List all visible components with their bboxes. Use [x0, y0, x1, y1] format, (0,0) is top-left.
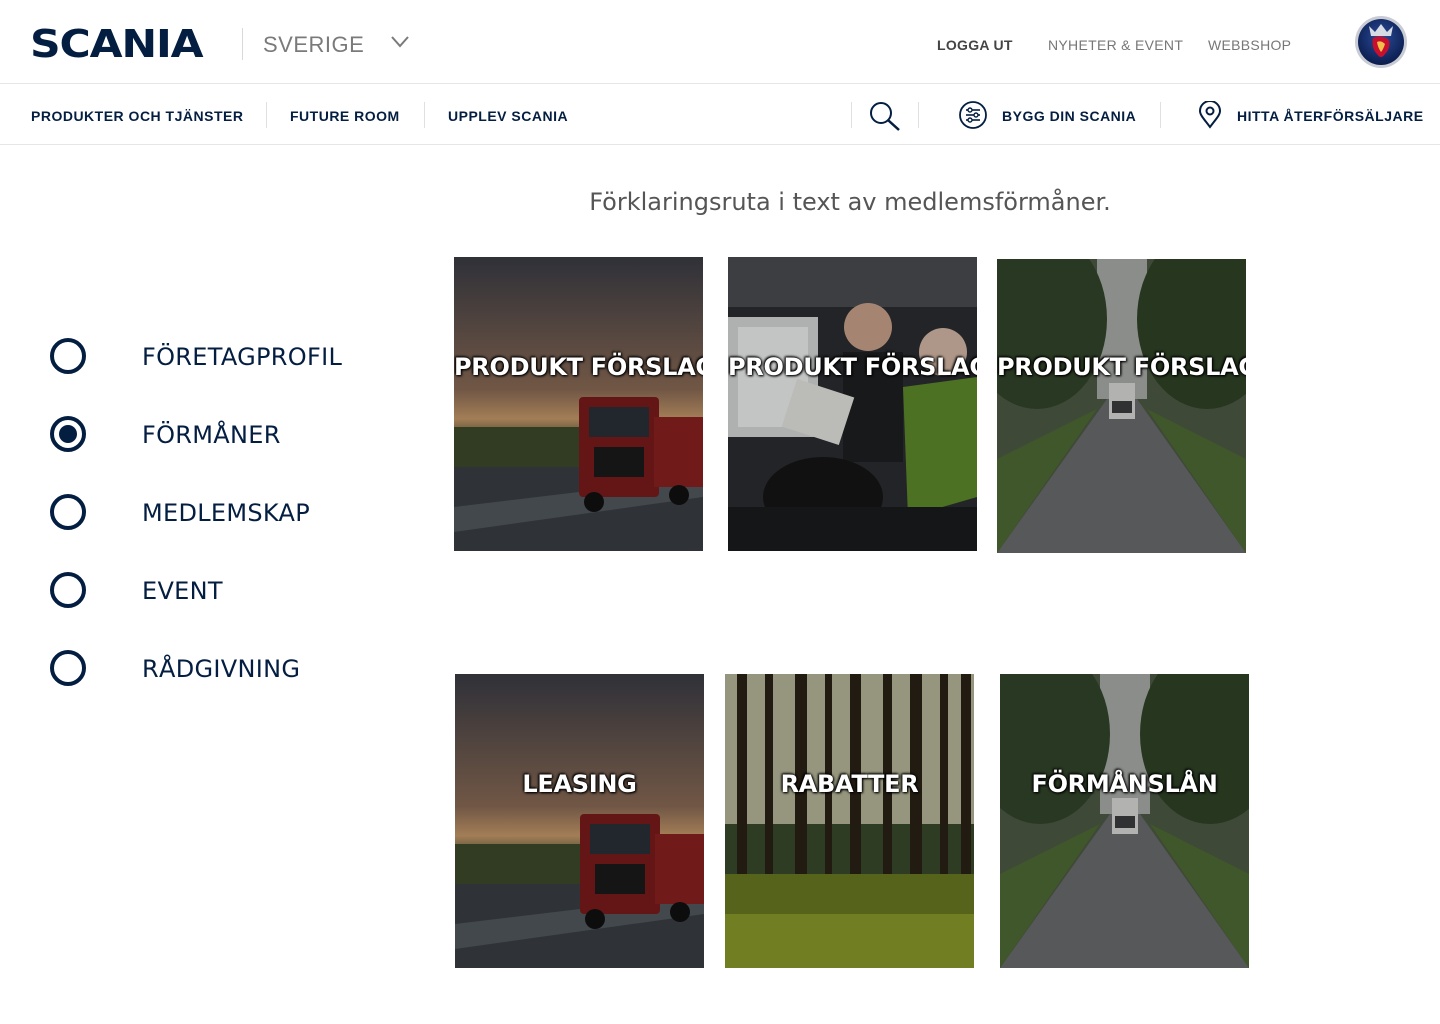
sidebar-item-label: FÖRMÅNER	[142, 421, 281, 449]
radio-button[interactable]	[50, 494, 86, 530]
sidebar-item-label: FÖRETAGPROFIL	[142, 343, 343, 371]
search-icon[interactable]	[868, 100, 902, 132]
radio-button[interactable]	[50, 572, 86, 608]
benefit-tile-product-3[interactable]: PRODUKT FÖRSLAG	[997, 259, 1246, 553]
tile-overlay	[454, 257, 703, 551]
chevron-down-icon[interactable]	[390, 34, 410, 50]
tile-overlay	[1000, 674, 1249, 968]
nav-divider	[918, 102, 919, 128]
tile-label: PRODUKT FÖRSLAG	[454, 353, 703, 381]
nav-divider	[1160, 102, 1161, 128]
top-header: SCANIA SVERIGE LOGGA UT NYHETER & EVENT …	[0, 0, 1440, 84]
webshop-link[interactable]: WEBBSHOP	[1208, 37, 1291, 53]
benefit-tile-discounts[interactable]: RABATTER	[725, 674, 974, 968]
benefit-tile-product-2[interactable]: PRODUKT FÖRSLAG	[728, 257, 977, 551]
sidebar-item-company-profile[interactable]: FÖRETAGPROFIL	[50, 336, 370, 376]
tile-label: LEASING	[522, 770, 637, 798]
nav-future-room[interactable]: FUTURE ROOM	[290, 108, 400, 124]
sidebar-item-benefits[interactable]: FÖRMÅNER	[50, 414, 370, 454]
sliders-icon[interactable]	[958, 100, 988, 130]
tile-label: FÖRMÅNSLÅN	[1031, 770, 1218, 798]
radio-button-selected[interactable]	[50, 416, 86, 452]
radio-button[interactable]	[50, 650, 86, 686]
intro-text: Förklaringsruta i text av medlemsförmåne…	[589, 188, 1111, 216]
nav-divider	[851, 102, 852, 128]
news-events-link[interactable]: NYHETER & EVENT	[1048, 37, 1183, 53]
logo-divider	[242, 28, 243, 60]
sidebar-item-advice[interactable]: RÅDGIVNING	[50, 648, 370, 688]
nav-divider	[424, 102, 425, 128]
logout-link[interactable]: LOGGA UT	[937, 37, 1013, 53]
benefit-tile-leasing[interactable]: LEASING	[455, 674, 704, 968]
scania-logo[interactable]: SCANIA	[30, 22, 204, 66]
country-selector[interactable]: SVERIGE	[263, 32, 364, 58]
tile-label: PRODUKT FÖRSLAG	[997, 353, 1246, 381]
sidebar-item-label: RÅDGIVNING	[142, 655, 301, 683]
tile-label: RABATTER	[780, 770, 919, 798]
radio-button[interactable]	[50, 338, 86, 374]
location-pin-icon[interactable]	[1198, 101, 1222, 129]
sidebar-item-event[interactable]: EVENT	[50, 570, 370, 610]
tile-overlay	[455, 674, 704, 968]
nav-products-services[interactable]: PRODUKTER OCH TJÄNSTER	[31, 108, 243, 124]
benefit-tile-benefit-loan[interactable]: FÖRMÅNSLÅN	[1000, 674, 1249, 968]
tile-overlay	[997, 259, 1246, 553]
nav-divider	[266, 102, 267, 128]
tile-overlay	[725, 674, 974, 968]
main-nav: PRODUKTER OCH TJÄNSTER FUTURE ROOM UPPLE…	[0, 84, 1440, 145]
tile-label: PRODUKT FÖRSLAG	[728, 353, 977, 381]
build-your-scania-link[interactable]: BYGG DIN SCANIA	[1002, 108, 1136, 124]
nav-experience-scania[interactable]: UPPLEV SCANIA	[448, 108, 568, 124]
scania-griffin-emblem-icon[interactable]	[1353, 14, 1409, 70]
sidebar-item-label: MEDLEMSKAP	[142, 499, 311, 527]
sidebar-item-membership[interactable]: MEDLEMSKAP	[50, 492, 370, 532]
tile-overlay	[728, 257, 977, 551]
sidebar-item-label: EVENT	[142, 577, 223, 605]
find-dealer-link[interactable]: HITTA ÅTERFÖRSÄLJARE	[1237, 108, 1424, 124]
benefit-tile-product-1[interactable]: PRODUKT FÖRSLAG	[454, 257, 703, 551]
